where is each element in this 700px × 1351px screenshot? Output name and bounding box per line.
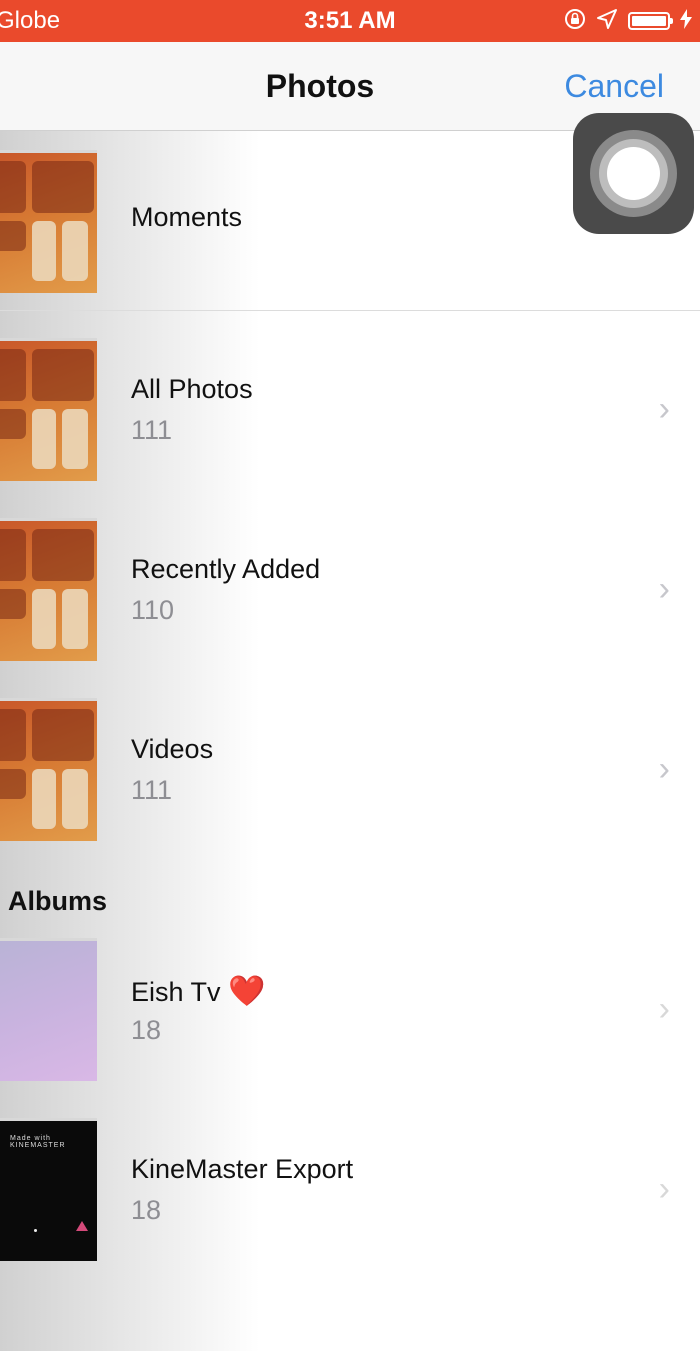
album-title: All Photos <box>131 374 253 404</box>
album-thumbnail <box>0 938 97 1081</box>
status-bar: Globe 3:51 AM <box>0 0 700 42</box>
album-count: 18 <box>131 1015 162 1045</box>
section-header-albums: Albums <box>8 886 108 916</box>
album-thumbnail <box>0 518 97 661</box>
album-count: 18 <box>131 1195 162 1225</box>
album-count: 111 <box>131 775 173 805</box>
chevron-right-icon: › <box>658 750 670 788</box>
orientation-lock-icon <box>564 8 586 35</box>
list-item-recently-added[interactable]: Recently Added 110 › <box>0 498 700 678</box>
album-count: 111 <box>131 415 173 445</box>
cancel-button[interactable]: Cancel <box>564 68 664 105</box>
album-title-text: Eish Tv <box>131 977 221 1007</box>
album-thumbnail <box>0 338 97 481</box>
chevron-right-icon: › <box>658 1170 670 1208</box>
list-item-eish-tv[interactable]: Eish Tv ❤️ 18 › <box>0 918 700 1098</box>
list-item-kinemaster-export[interactable]: Made with KINEMASTER KineMaster Export 1… <box>0 1098 700 1278</box>
assistive-touch-ring-inner <box>607 147 660 200</box>
list-item-all-photos[interactable]: All Photos 111 › <box>0 318 700 498</box>
album-title: KineMaster Export <box>131 1154 354 1184</box>
chevron-right-icon: › <box>658 990 670 1028</box>
heart-emoji: ❤️ <box>228 975 266 1008</box>
bolt-icon <box>680 8 692 34</box>
album-thumbnail <box>0 698 97 841</box>
chevron-right-icon: › <box>658 570 670 608</box>
assistive-touch-button[interactable] <box>573 113 694 234</box>
chevron-right-icon: › <box>658 390 670 428</box>
album-title: Moments <box>131 202 243 232</box>
thumbnail-dot <box>34 1229 37 1232</box>
album-title: Recently Added <box>131 554 321 584</box>
battery-icon <box>628 12 673 30</box>
album-thumbnail <box>0 150 97 293</box>
album-title: Eish Tv ❤️ <box>131 974 265 1009</box>
album-title: Videos <box>131 734 214 764</box>
thumbnail-caption: Made with KINEMASTER <box>10 1135 66 1149</box>
list-item-videos[interactable]: Videos 111 › <box>0 678 700 858</box>
location-arrow-icon <box>596 8 618 35</box>
thumbnail-mark <box>76 1221 88 1231</box>
status-icons <box>564 6 692 36</box>
divider <box>0 310 700 311</box>
page-title: Photos <box>265 68 375 104</box>
album-thumbnail: Made with KINEMASTER <box>0 1118 97 1261</box>
album-count: 110 <box>131 595 175 625</box>
